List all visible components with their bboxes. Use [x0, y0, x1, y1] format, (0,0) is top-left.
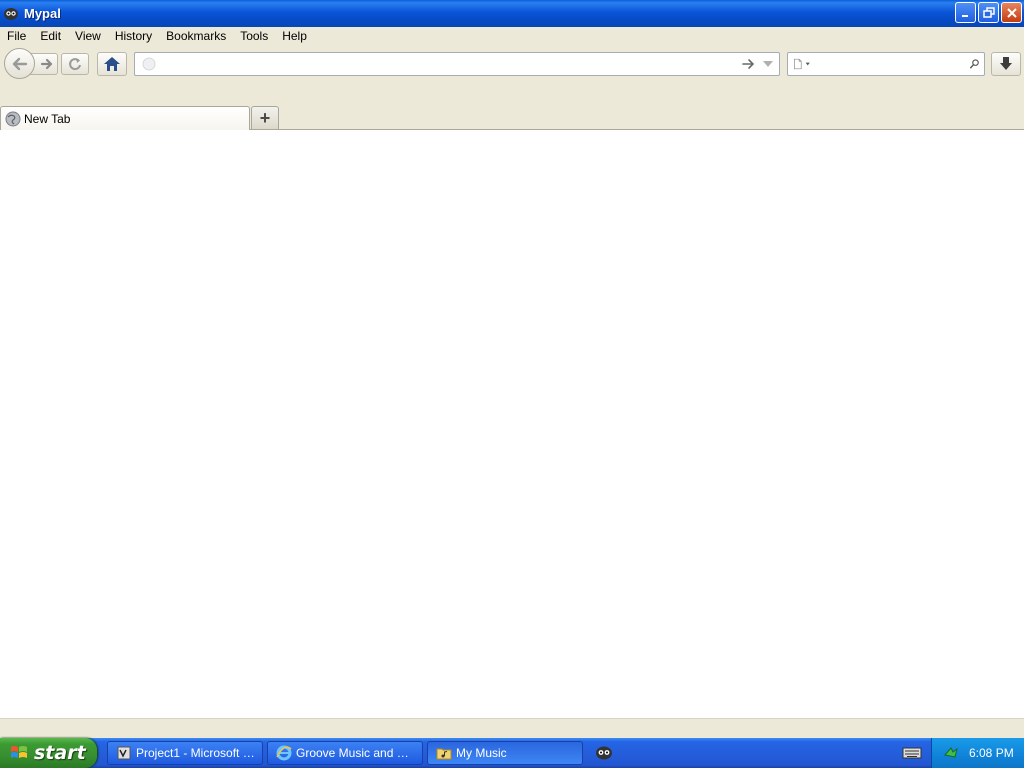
dropdown-icon[interactable] — [761, 57, 775, 71]
mypal-app-icon[interactable] — [3, 6, 19, 22]
tab-label: New Tab — [24, 111, 71, 126]
network-icon[interactable] — [943, 745, 959, 761]
search-bar[interactable] — [787, 52, 985, 76]
start-label: start — [34, 742, 86, 764]
title-bar[interactable]: Mypal — [0, 0, 1024, 27]
minimize-button[interactable] — [955, 2, 976, 23]
menu-history[interactable]: History — [108, 27, 159, 45]
home-button[interactable] — [97, 52, 127, 76]
menu-bar: File Edit View History Bookmarks Tools H… — [0, 27, 1024, 45]
search-input[interactable] — [814, 54, 970, 74]
url-input[interactable] — [161, 54, 741, 74]
window-title: Mypal — [24, 6, 61, 21]
keyboard-icon[interactable] — [902, 745, 922, 761]
system-tray: 6:08 PM — [931, 738, 1024, 768]
reload-icon — [69, 58, 81, 71]
taskbar: start Project1 - Microsoft V... Groove M… — [0, 738, 1024, 768]
taskbar-item-project1[interactable]: Project1 - Microsoft V... — [107, 741, 263, 765]
taskbar-item-label: My Music — [456, 746, 507, 760]
taskbar-item-label: Groove Music and Sp... — [296, 746, 422, 760]
go-arrow-icon[interactable] — [741, 56, 757, 72]
tab-strip: New Tab + — [0, 83, 1024, 130]
mypal-quicklaunch-icon[interactable] — [594, 743, 614, 763]
globe-icon — [5, 111, 21, 126]
url-bar[interactable] — [134, 52, 780, 76]
taskbar-item-my-music[interactable]: My Music — [427, 741, 583, 765]
menu-edit[interactable]: Edit — [33, 27, 68, 45]
download-icon — [1000, 57, 1012, 70]
menu-tools[interactable]: Tools — [233, 27, 275, 45]
search-icon[interactable] — [969, 56, 980, 72]
vb-project-icon — [117, 746, 131, 760]
plus-icon: + — [259, 108, 271, 128]
clock[interactable]: 6:08 PM — [969, 746, 1014, 760]
folder-icon — [436, 748, 452, 760]
ie-icon — [276, 745, 292, 761]
windows-logo-icon — [11, 746, 27, 758]
menu-help[interactable]: Help — [275, 27, 314, 45]
chevron-down-icon[interactable] — [805, 60, 810, 68]
page-content-area[interactable] — [0, 130, 1024, 718]
close-button[interactable] — [1001, 2, 1022, 23]
restore-icon — [982, 6, 995, 18]
tab-new-tab[interactable]: New Tab — [0, 106, 250, 130]
new-tab-button[interactable]: + — [251, 106, 279, 129]
window-controls — [955, 2, 1022, 23]
downloads-button[interactable] — [991, 52, 1021, 76]
reload-button[interactable] — [61, 53, 89, 75]
restore-button[interactable] — [978, 2, 999, 23]
search-engine-icon[interactable] — [793, 56, 803, 72]
back-arrow-icon — [12, 57, 27, 70]
site-identity-icon[interactable] — [141, 56, 157, 72]
minimize-icon — [961, 14, 968, 17]
back-button[interactable] — [4, 48, 35, 79]
home-icon — [104, 57, 120, 71]
close-icon — [1006, 7, 1017, 18]
menu-view[interactable]: View — [68, 27, 108, 45]
menu-file[interactable]: File — [0, 27, 33, 45]
taskbar-item-groove-music[interactable]: Groove Music and Sp... — [267, 741, 423, 765]
status-bar — [0, 718, 1024, 738]
start-button[interactable]: start — [0, 738, 97, 768]
forward-arrow-icon — [40, 58, 52, 70]
menu-bookmarks[interactable]: Bookmarks — [159, 27, 233, 45]
taskbar-item-label: Project1 - Microsoft V... — [136, 746, 260, 760]
